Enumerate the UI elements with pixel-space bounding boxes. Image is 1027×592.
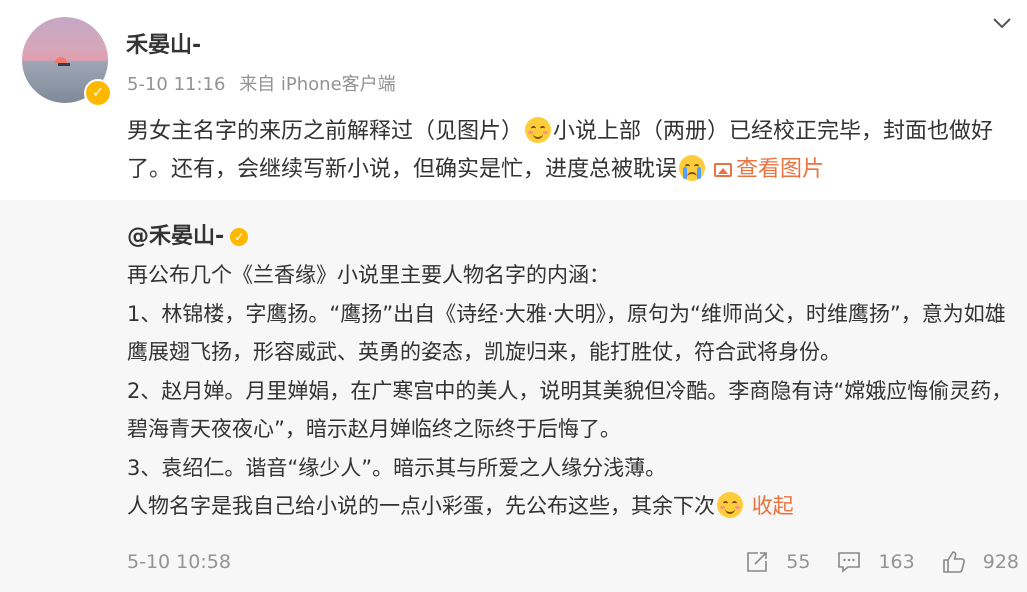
repost-icon	[747, 552, 768, 572]
collapse-link[interactable]: 收起	[752, 494, 794, 518]
repost-line: 1、林锦楼，字鹰扬。“鹰扬”出自《诗经·大雅·大明》，原句为“维师尚父，时维鹰扬…	[127, 301, 1006, 365]
smile-emoji	[525, 117, 552, 143]
comment-count: 163	[878, 551, 915, 573]
cry-emoji	[679, 155, 706, 181]
author-name[interactable]: 禾晏山-	[126, 27, 201, 59]
like-icon	[942, 551, 965, 573]
repost-count: 55	[786, 551, 811, 573]
avatar-boat	[58, 63, 70, 66]
repost-text: 再公布几个《兰香缘》小说里主要人物名字的内涵： 1、林锦楼，字鹰扬。“鹰扬”出自…	[127, 256, 1022, 526]
post-time[interactable]: 5-10 11:16	[127, 74, 225, 95]
like-count: 928	[982, 551, 1019, 573]
verified-icon: ✓	[84, 79, 112, 107]
repost-line: 2、赵月婵。月里婵娟，在广寒宫中的美人，说明其美貌但冷酷。李商隐有诗“嫦娥应悔偷…	[127, 378, 1013, 442]
repost-time[interactable]: 5-10 10:58	[127, 551, 231, 573]
repost-author-name[interactable]: @禾晏山-	[127, 224, 224, 249]
repost-last-line: 人物名字是我自己给小说的一点小彩蛋，先公布这些，其余下次 收起	[127, 487, 1022, 526]
view-images-link[interactable]: 查看图片	[714, 157, 824, 182]
repost-last-text: 人物名字是我自己给小说的一点小彩蛋，先公布这些，其余下次	[127, 494, 715, 518]
repost-stats: 55 163 928	[718, 549, 1019, 575]
repost-button[interactable]: 55	[744, 549, 810, 575]
repost-author[interactable]: @禾晏山- ✓	[127, 218, 249, 250]
comment-button[interactable]: 163	[836, 549, 915, 575]
image-icon	[714, 163, 733, 177]
view-images-label: 查看图片	[736, 157, 825, 182]
repost-line: 再公布几个《兰香缘》小说里主要人物名字的内涵：	[127, 263, 610, 287]
like-button[interactable]: 928	[941, 549, 1019, 575]
chevron-down-icon[interactable]	[991, 12, 1013, 34]
repost-container: @禾晏山- ✓ 再公布几个《兰香缘》小说里主要人物名字的内涵： 1、林锦楼，字鹰扬…	[0, 200, 1027, 592]
post-text-part1: 男女主名字的来历之前解释过（见图片）	[127, 119, 524, 144]
repost-line: 3、袁绍仁。谐音“缘少人”。暗示其与所爱之人缘分浅薄。	[127, 455, 667, 480]
comment-icon	[838, 552, 861, 573]
post-content: 男女主名字的来历之前解释过（见图片） 小说上部（两册）已经校正完毕，封面也做好了。…	[127, 113, 1007, 189]
smile-emoji	[717, 492, 743, 518]
repost-verified-icon: ✓	[230, 228, 249, 246]
post-source: 来自 iPhone客户端	[239, 74, 396, 95]
post-meta: 5-10 11:16 来自 iPhone客户端	[127, 70, 404, 96]
